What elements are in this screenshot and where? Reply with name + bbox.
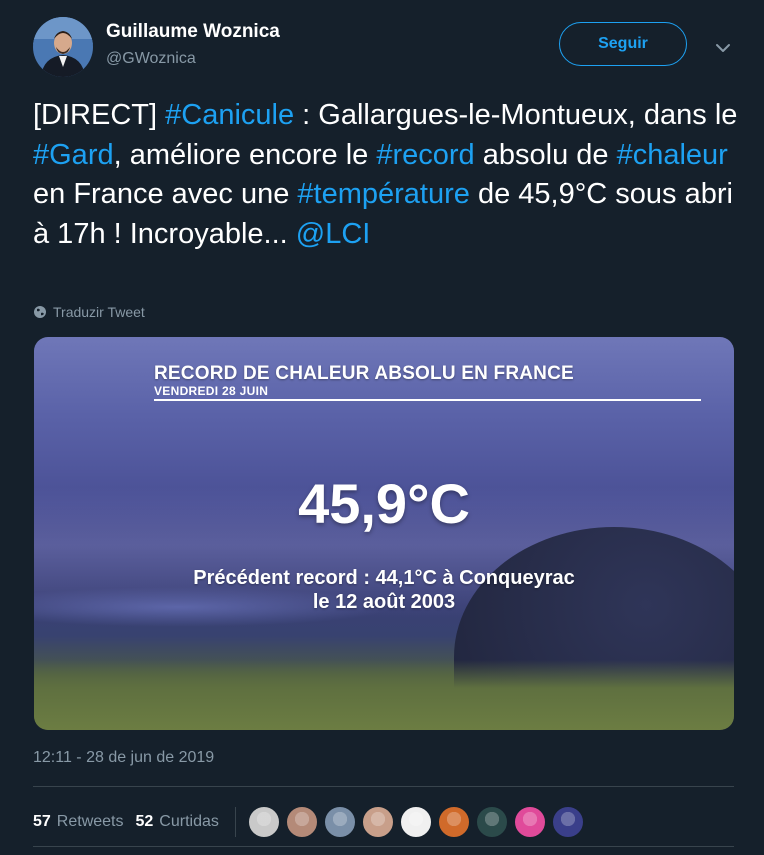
media-temperature: 45,9°C	[298, 472, 470, 535]
tweet-text-segment: en France avec une	[33, 178, 298, 210]
media-title: RECORD DE CHALEUR ABSOLU EN FRANCE	[154, 363, 574, 384]
liker-avatar[interactable]	[285, 806, 318, 838]
media-previous-date: le 12 août 2003	[312, 591, 456, 613]
liker-avatars	[247, 806, 584, 838]
chevron-down-icon[interactable]	[713, 38, 733, 58]
liker-avatar[interactable]	[323, 806, 356, 838]
author-avatar[interactable]	[33, 17, 93, 77]
hashtag-link[interactable]: #température	[297, 178, 470, 210]
media-divider	[154, 399, 701, 401]
liker-avatar[interactable]	[247, 806, 280, 838]
hashtag-link[interactable]: #record	[376, 139, 474, 171]
translate-tweet-link[interactable]: Traduzir Tweet	[33, 304, 145, 320]
retweets-label: Retweets	[56, 813, 124, 830]
tweet-text: [DIRECT] #Canicule : Gallargues-le-Montu…	[33, 96, 738, 254]
tweet-card: Guillaume Woznica @GWoznica Seguir [DIRE…	[0, 0, 764, 855]
tweet-text-segment: , améliore encore le	[113, 138, 377, 171]
liker-avatar[interactable]	[475, 806, 508, 838]
divider	[33, 786, 734, 787]
hashtag-link[interactable]: #chaleur	[617, 139, 728, 171]
media-previous-record: Précédent record : 44,1°C à Conqueyrac	[193, 567, 575, 589]
media-meadow	[34, 660, 734, 730]
likes-label: Curtidas	[159, 813, 219, 830]
mention-link[interactable]: @LCI	[296, 218, 371, 250]
media-date: VENDREDI 28 JUIN	[154, 384, 269, 398]
author-display-name[interactable]: Guillaume Woznica	[106, 21, 280, 43]
retweets-count: 57	[33, 813, 51, 830]
liker-avatar[interactable]	[513, 806, 546, 838]
tweet-timestamp[interactable]: 12:11 - 28 de jun de 2019	[33, 749, 214, 767]
avatar-image	[33, 17, 93, 77]
liker-avatar[interactable]	[437, 806, 470, 838]
tweet-media-image[interactable]: RECORD DE CHALEUR ABSOLU EN FRANCE VENDR…	[34, 337, 734, 730]
liker-avatar[interactable]	[551, 806, 584, 838]
hashtag-link[interactable]: #Canicule	[165, 99, 294, 131]
tweet-stats: 57 Retweets 52 Curtidas	[33, 806, 584, 838]
liker-avatar[interactable]	[399, 806, 432, 838]
liker-avatar[interactable]	[361, 806, 394, 838]
likes-count: 52	[135, 813, 154, 830]
hashtag-link[interactable]: #Gard	[33, 139, 114, 171]
globe-icon	[34, 306, 46, 318]
tweet-text-segment: absolu de	[474, 138, 617, 171]
divider	[33, 846, 734, 847]
tweet-text-segment: [DIRECT]	[33, 99, 166, 131]
tweet-text-segment: : Gallargues-le-Montueux, dans le	[294, 99, 738, 131]
author-handle[interactable]: @GWoznica	[106, 50, 196, 68]
translate-label[interactable]: Traduzir Tweet	[53, 304, 145, 320]
likes-stat[interactable]: 52 Curtidas	[136, 813, 219, 831]
follow-button[interactable]: Seguir	[559, 22, 687, 66]
retweets-stat[interactable]: 57 Retweets	[33, 813, 124, 831]
stats-separator	[234, 807, 236, 837]
